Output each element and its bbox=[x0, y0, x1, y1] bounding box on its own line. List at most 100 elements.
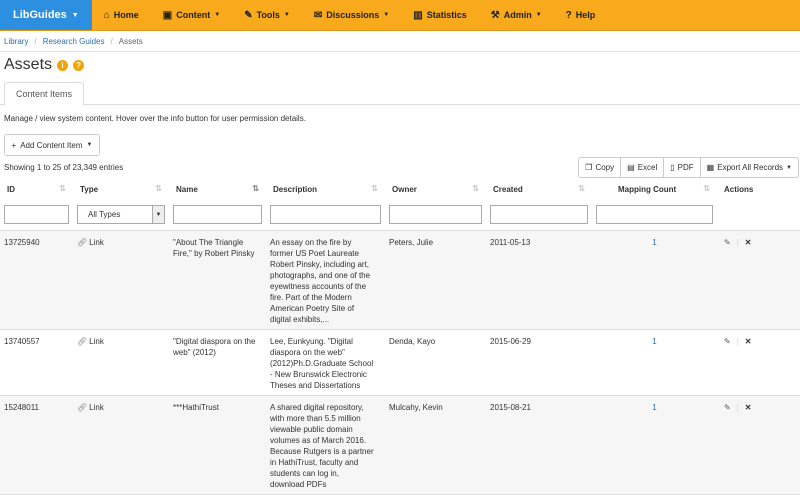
column-header-name[interactable]: Name ⇅ bbox=[169, 178, 266, 200]
nav-item-home[interactable]: ⌂ Home bbox=[92, 0, 151, 30]
add-content-item-button[interactable]: + Add Content Item ▼ bbox=[4, 134, 100, 156]
top-navbar: LibGuides ▼ ⌂ Home ▣ Content ▼ ✎ Tools ▼ ✉ Discus… bbox=[0, 0, 800, 31]
entries-info: Showing 1 to 25 of 23,349 entries bbox=[4, 163, 124, 172]
column-header-created[interactable]: Created ⇅ bbox=[486, 178, 592, 200]
column-header-description[interactable]: Description ⇅ bbox=[266, 178, 385, 200]
cell-name[interactable]: "About The Triangle Fire," by Robert Pin… bbox=[169, 230, 266, 330]
breadcrumb-research-guides[interactable]: Research Guides bbox=[43, 37, 105, 46]
column-header-actions: Actions bbox=[717, 178, 800, 200]
help-icon[interactable]: ? bbox=[73, 59, 85, 71]
breadcrumb: Library / Research Guides / Assets bbox=[0, 31, 800, 52]
nav-item-label: Home bbox=[113, 10, 139, 20]
nav-item-admin[interactable]: ⚒ Admin ▼ bbox=[479, 0, 554, 30]
printer-icon: ▦ bbox=[706, 163, 715, 172]
link-icon: 🔗︎ bbox=[77, 402, 88, 412]
sort-icon: ⇅ bbox=[59, 184, 66, 193]
nav-item-label: Discussions bbox=[326, 10, 380, 20]
mapping-count-filter-input[interactable] bbox=[596, 205, 713, 225]
pdf-button[interactable]: ▯ PDF bbox=[663, 157, 701, 178]
nav-item-tools[interactable]: ✎ Tools ▼ bbox=[232, 0, 302, 30]
chevron-down-icon: ▼ bbox=[283, 12, 290, 18]
cell-name[interactable]: "Digital diaspora on the web" (2012) bbox=[169, 329, 266, 396]
delete-icon[interactable]: ✕ bbox=[745, 238, 752, 247]
pdf-label: PDF bbox=[677, 163, 694, 172]
cell-actions: ✎ | ✕ bbox=[717, 230, 800, 330]
cell-mapping-count[interactable]: 1 bbox=[592, 230, 717, 330]
statistics-icon: ▥ bbox=[413, 9, 423, 21]
created-filter-input[interactable] bbox=[490, 205, 588, 225]
cell-type-label: Link bbox=[89, 237, 104, 247]
description-filter-input[interactable] bbox=[270, 205, 381, 225]
breadcrumb-separator: / bbox=[34, 36, 37, 46]
content-icon: ▣ bbox=[162, 9, 173, 21]
column-header-created-label: Created bbox=[493, 184, 523, 194]
breadcrumb-separator: / bbox=[110, 36, 113, 46]
home-icon: ⌂ bbox=[103, 9, 110, 21]
edit-icon[interactable]: ✎ bbox=[724, 337, 731, 346]
nav-item-statistics[interactable]: ▥ Statistics bbox=[401, 0, 478, 30]
cell-owner: Denda, Kayo bbox=[385, 329, 486, 396]
info-icon[interactable]: i bbox=[57, 59, 69, 71]
delete-icon[interactable]: ✕ bbox=[745, 403, 752, 412]
cell-owner: Peters, Julie bbox=[385, 230, 486, 330]
link-icon: 🔗︎ bbox=[77, 336, 88, 346]
excel-button[interactable]: ▤ Excel bbox=[620, 157, 665, 178]
cell-type: 🔗︎ Link bbox=[73, 230, 169, 330]
cell-name[interactable]: ***HathiTrust bbox=[169, 395, 266, 495]
cell-type: 🔗︎ Link bbox=[73, 329, 169, 396]
id-filter-input[interactable] bbox=[4, 205, 69, 225]
copy-label: Copy bbox=[595, 163, 615, 172]
link-icon: 🔗︎ bbox=[77, 237, 88, 247]
cell-owner: Mulcahy, Kevin bbox=[385, 395, 486, 495]
table-row: 13725940 🔗︎ Link "About The Triangle Fire,"… bbox=[0, 230, 800, 330]
chevron-down-icon: ▼ bbox=[71, 11, 79, 19]
sort-icon: ⇅ bbox=[155, 184, 162, 193]
cell-actions: ✎ | ✕ bbox=[717, 329, 800, 396]
brand-label: LibGuides bbox=[13, 9, 67, 21]
column-header-mapping-count[interactable]: Mapping Count ⇅ bbox=[592, 178, 717, 200]
copy-button[interactable]: ❐ Copy bbox=[578, 157, 622, 178]
nav-item-discussions[interactable]: ✉ Discussions ▼ bbox=[302, 0, 401, 30]
table-row: 13740557 🔗︎ Link "Digital diaspora on the w… bbox=[0, 329, 800, 396]
name-filter-input[interactable] bbox=[173, 205, 262, 225]
pdf-icon: ▯ bbox=[670, 163, 675, 172]
edit-icon[interactable]: ✎ bbox=[724, 403, 731, 412]
cell-type-label: Link bbox=[89, 402, 104, 412]
column-header-mapping-label: Mapping Count bbox=[618, 184, 677, 194]
column-header-id[interactable]: ID ⇅ bbox=[0, 178, 73, 200]
sort-icon: ⇅ bbox=[578, 184, 585, 193]
action-divider: | bbox=[736, 237, 739, 247]
cell-id: 13740557 bbox=[0, 329, 73, 396]
column-header-owner-label: Owner bbox=[392, 184, 417, 194]
help-icon: ? bbox=[565, 9, 572, 21]
cell-description: A shared digital repository, with more t… bbox=[266, 395, 385, 495]
column-header-id-label: ID bbox=[7, 184, 15, 194]
copy-icon: ❐ bbox=[585, 163, 593, 172]
owner-filter-input[interactable] bbox=[389, 205, 482, 225]
admin-icon: ⚒ bbox=[490, 9, 500, 21]
chevron-down-icon: ▼ bbox=[214, 12, 221, 18]
nav-item-help[interactable]: ? Help bbox=[554, 0, 608, 30]
action-divider: | bbox=[736, 402, 739, 412]
nav-item-content[interactable]: ▣ Content ▼ bbox=[151, 0, 232, 30]
column-header-owner[interactable]: Owner ⇅ bbox=[385, 178, 486, 200]
excel-icon: ▤ bbox=[627, 163, 635, 172]
nav-item-label: Statistics bbox=[426, 10, 467, 20]
chevron-down-icon: ▼ bbox=[152, 206, 164, 224]
add-content-item-label: Add Content Item bbox=[20, 140, 83, 150]
brand-menu[interactable]: LibGuides ▼ bbox=[0, 0, 92, 30]
type-filter-select[interactable]: All Types ▼ bbox=[77, 205, 165, 225]
column-header-type[interactable]: Type ⇅ bbox=[73, 178, 169, 200]
tools-icon: ✎ bbox=[244, 9, 253, 21]
sort-icon: ⇅ bbox=[472, 184, 479, 193]
tab-content-items[interactable]: Content Items bbox=[4, 82, 84, 106]
discussions-icon: ✉ bbox=[313, 9, 323, 21]
delete-icon[interactable]: ✕ bbox=[745, 337, 752, 346]
cell-mapping-count[interactable]: 1 bbox=[592, 329, 717, 396]
edit-icon[interactable]: ✎ bbox=[724, 238, 731, 247]
export-all-button[interactable]: ▦ Export All Records ▼ bbox=[699, 157, 799, 178]
cell-mapping-count[interactable]: 1 bbox=[592, 395, 717, 495]
export-button-group: ❐ Copy ▤ Excel ▯ PDF ▦ Export All Record… bbox=[578, 157, 799, 178]
breadcrumb-library[interactable]: Library bbox=[4, 37, 28, 46]
chevron-down-icon: ▼ bbox=[786, 164, 792, 171]
